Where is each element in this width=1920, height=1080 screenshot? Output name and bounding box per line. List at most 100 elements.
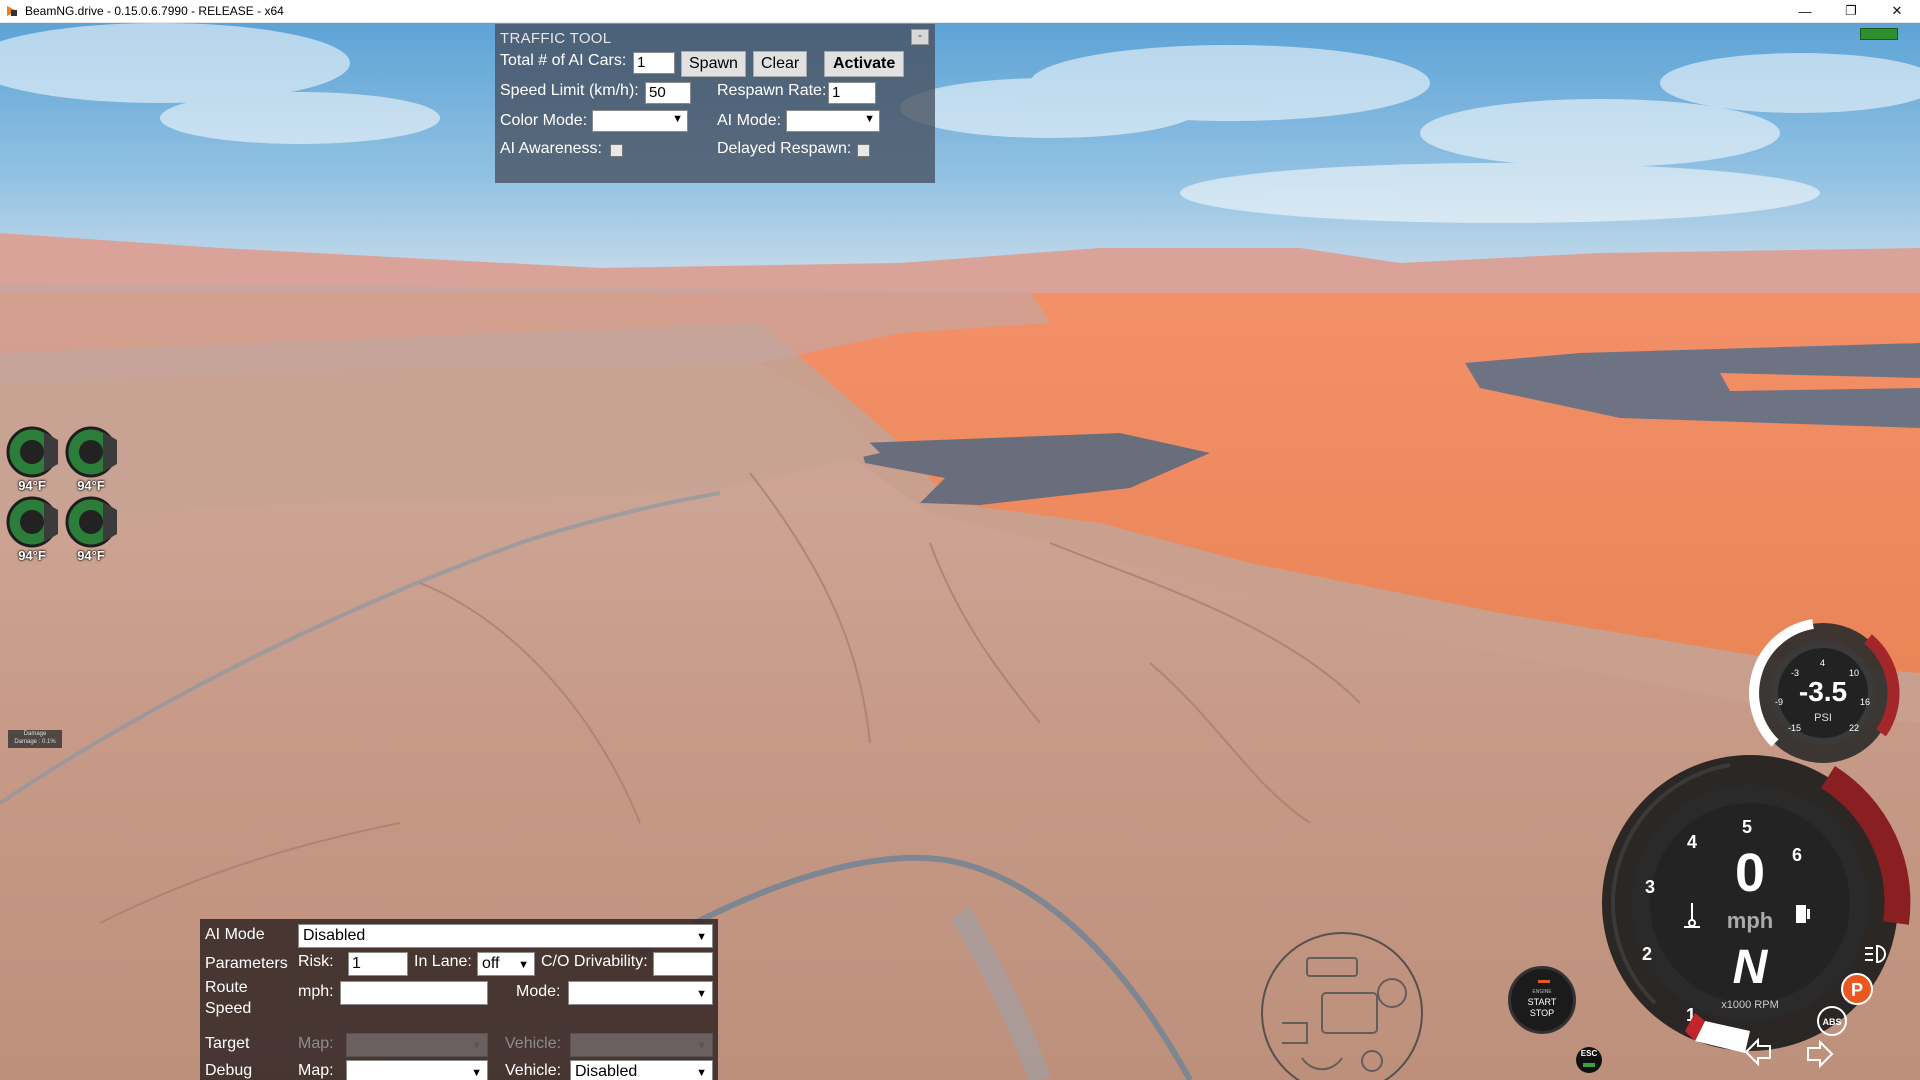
- speed-unit: mph: [1727, 908, 1773, 933]
- brake-widget-front-left: 94°F: [4, 426, 60, 496]
- ai-awareness-checkbox[interactable]: [610, 144, 623, 157]
- engine-led: [1538, 980, 1550, 983]
- in-lane-value: off: [482, 955, 500, 972]
- close-window-button[interactable]: ✕: [1874, 0, 1920, 22]
- brake-disc-icon: [6, 426, 58, 478]
- esc-label: ESC: [1580, 1049, 1598, 1058]
- brake-disc-icon: [65, 426, 117, 478]
- chevron-down-icon: ▼: [696, 1067, 707, 1079]
- drivability-input[interactable]: [653, 952, 713, 976]
- boost-tick: -15: [1788, 723, 1801, 733]
- esc-indicator: ESC: [1576, 1047, 1602, 1073]
- rpm-tick: 4: [1687, 832, 1697, 852]
- respawn-rate-label: Respawn Rate:: [717, 82, 827, 99]
- color-mode-select[interactable]: ▼: [592, 110, 688, 132]
- ai-mode-label: AI Mode: [205, 926, 265, 943]
- traffic-tool-title: TRAFFIC TOOL: [500, 30, 612, 47]
- boost-tick: 4: [1820, 658, 1825, 668]
- engine-start-label: START STOP: [1511, 997, 1573, 1019]
- rpm-tick: 6: [1792, 845, 1802, 865]
- damage-value: Damage : 0.1%: [14, 739, 56, 745]
- target-vehicle-label: Vehicle:: [505, 1035, 562, 1052]
- gear-indicator: N: [1733, 941, 1769, 994]
- target-map-select[interactable]: ▼: [346, 1033, 488, 1057]
- chevron-down-icon: ▼: [696, 1040, 707, 1052]
- ai-mode-select[interactable]: ▼: [786, 110, 880, 132]
- parameters-label: Parameters: [205, 955, 288, 972]
- brake-temp: 94°F: [77, 478, 105, 493]
- target-vehicle-select[interactable]: ▼: [570, 1033, 713, 1057]
- debug-map-select[interactable]: ▼: [346, 1060, 488, 1080]
- drivability-label: C/O Drivability:: [541, 953, 648, 970]
- minimize-window-button[interactable]: —: [1782, 0, 1828, 22]
- brake-widget-rear-left: 94°F: [4, 496, 60, 566]
- rpm-label: x1000 RPM: [1721, 999, 1778, 1011]
- debug-map-label: Map:: [298, 1062, 334, 1079]
- route-mode-select[interactable]: ▼: [568, 981, 713, 1005]
- boost-value: -3.5: [1799, 676, 1847, 707]
- total-cars-label: Total # of AI Cars:: [500, 52, 627, 69]
- start-text: START: [1527, 997, 1557, 1007]
- fps-meter: [1860, 28, 1898, 40]
- debug-label: Debug: [205, 1062, 253, 1079]
- brake-widget-rear-right: 94°F: [63, 496, 119, 566]
- debug-vehicle-select[interactable]: Disabled ▼: [570, 1060, 713, 1080]
- respawn-rate-input[interactable]: 1: [828, 82, 876, 104]
- boost-tick: 10: [1849, 668, 1859, 678]
- debug-vehicle-label: Vehicle:: [505, 1062, 562, 1079]
- brake-temp: 94°F: [77, 548, 105, 563]
- mode-label: Mode:: [516, 983, 561, 1000]
- boost-tick: -9: [1775, 697, 1783, 707]
- rpm-tick: 3: [1645, 877, 1655, 897]
- debug-vehicle-value: Disabled: [575, 1063, 638, 1080]
- clear-button[interactable]: Clear: [753, 51, 808, 77]
- damage-title: Damage: [23, 731, 47, 737]
- in-lane-label: In Lane:: [414, 953, 472, 970]
- boost-tick: -3: [1791, 668, 1799, 678]
- brake-temp: 94°F: [18, 548, 46, 563]
- engine-start-stop-button[interactable]: ENGINE START STOP: [1508, 966, 1576, 1034]
- target-label: Target: [205, 1035, 250, 1052]
- beamng-logo-icon: [7, 6, 17, 16]
- delayed-respawn-label: Delayed Respawn:: [717, 140, 852, 157]
- rpm-tick: 5: [1742, 817, 1752, 837]
- parking-brake-label: P: [1851, 980, 1863, 1000]
- brake-disc-icon: [6, 496, 58, 548]
- window-titlebar: BeamNG.drive - 0.15.0.6.7990 - RELEASE -…: [0, 0, 1920, 23]
- mph-label: mph:: [298, 983, 334, 1000]
- chevron-down-icon: ▼: [696, 931, 707, 943]
- ai-mode-label: AI Mode:: [717, 112, 782, 129]
- delayed-respawn-checkbox[interactable]: [857, 144, 870, 157]
- activate-button[interactable]: Activate: [824, 51, 905, 77]
- chevron-down-icon: ▼: [471, 1040, 482, 1052]
- maximize-window-button[interactable]: ❐: [1828, 0, 1874, 22]
- boost-tick: 22: [1849, 723, 1859, 733]
- risk-input[interactable]: 1: [348, 952, 408, 976]
- ai-awareness-label: AI Awareness:: [500, 140, 602, 157]
- chevron-down-icon: ▼: [696, 988, 707, 1000]
- minimize-panel-button[interactable]: -: [911, 29, 929, 45]
- chevron-down-icon: ▼: [471, 1067, 482, 1079]
- speed-value: 0: [1735, 843, 1765, 903]
- esc-status-bar: [1583, 1063, 1595, 1067]
- game-viewport[interactable]: -15 -9 -3 4 10 16 22 -3.5 PSI 1 2 3 4 5 …: [0, 23, 1920, 1080]
- chevron-down-icon: ▼: [518, 959, 529, 971]
- brake-temp: 94°F: [18, 478, 46, 493]
- ai-control-panel: AI Mode Disabled ▼ Parameters Risk: 1 In…: [200, 919, 718, 1080]
- spawn-button[interactable]: Spawn: [681, 51, 746, 77]
- speed-limit-input[interactable]: 50: [645, 82, 691, 104]
- route-label: Route: [205, 979, 248, 996]
- ai-mode-select[interactable]: Disabled ▼: [298, 924, 713, 948]
- boost-unit: PSI: [1814, 712, 1832, 724]
- stop-text: STOP: [1529, 1008, 1555, 1018]
- window-title: BeamNG.drive - 0.15.0.6.7990 - RELEASE -…: [25, 4, 284, 18]
- in-lane-select[interactable]: off ▼: [477, 952, 535, 976]
- chevron-down-icon: ▼: [864, 113, 875, 125]
- brake-widget-front-right: 94°F: [63, 426, 119, 496]
- route-speed-input[interactable]: [340, 981, 488, 1005]
- chevron-down-icon: ▼: [672, 113, 683, 125]
- risk-label: Risk:: [298, 953, 334, 970]
- color-mode-label: Color Mode:: [500, 112, 588, 129]
- total-cars-input[interactable]: 1: [633, 52, 675, 74]
- traffic-tool-panel: TRAFFIC TOOL - Total # of AI Cars: 1 Spa…: [495, 24, 935, 183]
